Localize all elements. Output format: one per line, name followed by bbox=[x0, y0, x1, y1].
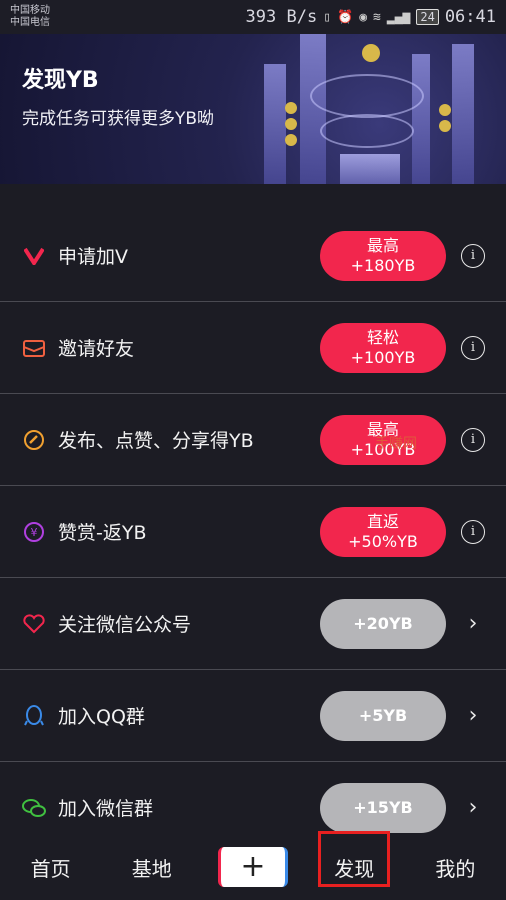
tab-base[interactable]: 基地 bbox=[101, 853, 202, 882]
active-highlight bbox=[318, 830, 391, 887]
reward-pill[interactable]: 直返 +50%YB bbox=[320, 506, 446, 557]
task-row-reward[interactable]: ¥ 赞赏-返YB 直返 +50%YB i bbox=[0, 486, 506, 578]
reward-pill[interactable]: +5YB bbox=[320, 690, 446, 741]
heart-icon bbox=[22, 612, 46, 636]
tab-mine[interactable]: 我的 bbox=[405, 853, 506, 882]
info-icon: i bbox=[461, 519, 485, 544]
task-row-invite[interactable]: 邀请好友 轻松 +100YB i bbox=[0, 302, 506, 394]
svg-text:¥: ¥ bbox=[31, 526, 38, 539]
task-label: 申请加V bbox=[58, 246, 128, 268]
task-label: 加入微信群 bbox=[58, 798, 154, 820]
task-row-follow-wechat[interactable]: 关注微信公众号 +20YB › bbox=[0, 578, 506, 670]
info-icon: i bbox=[461, 243, 485, 268]
tab-plus[interactable]: + bbox=[202, 847, 303, 887]
task-label: 赞赏-返YB bbox=[58, 522, 147, 544]
discover-banner: 发现YB 完成任务可获得更多YB呦 bbox=[0, 34, 506, 184]
status-right: 393 B/s ▯ ⏰ ◉ ≋ ▂▄▆ 24 06:41 bbox=[246, 7, 496, 27]
bottom-tab-bar: 首页 基地 + 发现 我的 bbox=[0, 830, 506, 900]
reward-pill[interactable]: +20YB bbox=[320, 598, 446, 649]
yen-coin-icon: ¥ bbox=[22, 520, 46, 544]
info-button[interactable]: i bbox=[460, 427, 486, 453]
banner-title: 发现YB bbox=[22, 68, 99, 93]
reward-pill[interactable]: 最高 +180YB bbox=[320, 230, 446, 281]
info-icon: i bbox=[461, 427, 485, 452]
wechat-icon bbox=[22, 796, 46, 820]
qq-icon bbox=[22, 704, 46, 728]
status-bar: 中国移动 中国电信 393 B/s ▯ ⏰ ◉ ≋ ▂▄▆ 24 06:41 bbox=[0, 0, 506, 34]
clock: 06:41 bbox=[444, 7, 496, 27]
info-icon: i bbox=[461, 335, 485, 360]
circle-arrow-icon bbox=[22, 428, 46, 452]
reward-pill[interactable]: +15YB bbox=[320, 782, 446, 833]
battery-icon: 24 bbox=[416, 9, 439, 25]
v-icon bbox=[22, 244, 46, 268]
task-label: 加入QQ群 bbox=[58, 706, 145, 728]
tab-discover[interactable]: 发现 bbox=[304, 830, 405, 887]
carrier-2: 中国电信 bbox=[10, 17, 50, 28]
reward-pill[interactable]: 轻松 +100YB bbox=[320, 322, 446, 373]
alarm-icon: ⏰ bbox=[337, 9, 354, 25]
info-button[interactable]: i bbox=[460, 243, 486, 269]
chevron-right-icon[interactable]: › bbox=[460, 611, 486, 637]
info-button[interactable]: i bbox=[460, 335, 486, 361]
plus-button[interactable]: + bbox=[218, 847, 288, 887]
vibrate-icon: ▯ bbox=[323, 9, 332, 25]
info-button[interactable]: i bbox=[460, 519, 486, 545]
carrier-1: 中国移动 bbox=[10, 5, 50, 16]
task-label: 邀请好友 bbox=[58, 338, 135, 360]
task-row-apply-v[interactable]: 申请加V 最高 +180YB i bbox=[0, 210, 506, 302]
carrier-info: 中国移动 中国电信 bbox=[10, 5, 50, 29]
task-list: 申请加V 最高 +180YB i 邀请好友 轻松 +100YB i 发布、点赞、… bbox=[0, 210, 506, 853]
envelope-icon bbox=[22, 336, 46, 360]
reward-pill[interactable]: 最高 +100YB bbox=[320, 414, 446, 465]
signal-icon: ▂▄▆ bbox=[386, 9, 411, 25]
task-label: 发布、点赞、分享得YB bbox=[58, 430, 254, 452]
wifi-icon: ≋ bbox=[373, 9, 381, 25]
chevron-right-icon[interactable]: › bbox=[460, 795, 486, 821]
task-row-join-qq[interactable]: 加入QQ群 +5YB › bbox=[0, 670, 506, 762]
network-speed: 393 B/s bbox=[245, 7, 318, 27]
eye-icon: ◉ bbox=[359, 9, 368, 25]
task-label: 关注微信公众号 bbox=[58, 614, 192, 636]
banner-subtitle: 完成任务可获得更多YB呦 bbox=[22, 109, 215, 129]
task-row-publish[interactable]: 发布、点赞、分享得YB 最高 +100YB i bbox=[0, 394, 506, 486]
tab-home[interactable]: 首页 bbox=[0, 853, 101, 882]
chevron-right-icon[interactable]: › bbox=[460, 703, 486, 729]
